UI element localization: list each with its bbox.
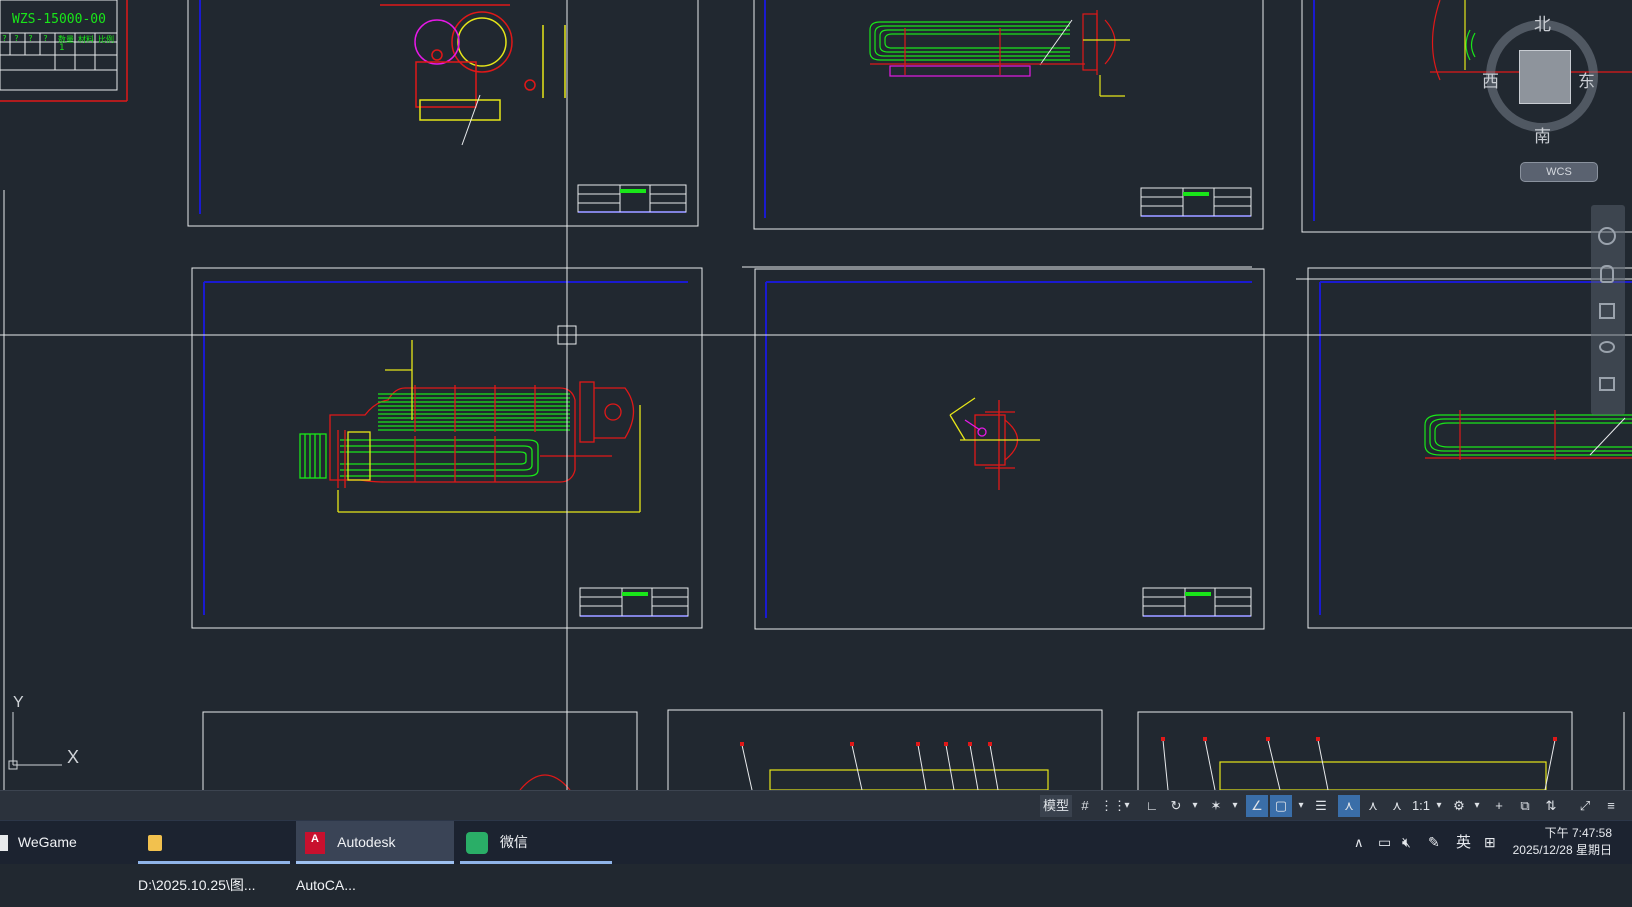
taskbar-app-explorer[interactable]: D:\2025.10.25\图... [138,821,290,893]
volume-muted-icon[interactable]: 🔇︎ [1402,821,1424,864]
compass-south[interactable]: 南 [1534,122,1551,147]
mini-titleblock [577,184,1252,617]
sheet-frame [187,0,1632,790]
taskbar-app-wechat[interactable]: 微信 [460,821,612,864]
steering-wheel-icon[interactable] [1598,227,1616,245]
ime-mode-icon[interactable]: ⊞ [1484,821,1506,864]
viewcube[interactable]: 北 南 东 西 [1482,6,1602,147]
osnap-dropdown-icon[interactable]: ▾ [1294,795,1308,817]
orbit-icon[interactable] [1599,341,1615,353]
drawing-heater-top [869,10,1130,97]
ime-language[interactable]: 英 [1456,821,1478,864]
ucs-y-label: Y [13,694,24,711]
annotation-scale-icon[interactable]: ⋏ [1386,795,1408,817]
crosshair-cursor [0,0,1632,790]
pan-icon[interactable] [1600,265,1614,283]
snap-icon[interactable]: ⋮⋮ [1100,795,1126,817]
lineweight-icon[interactable]: ☰ [1310,795,1332,817]
titleblock-cell-label: ? [14,34,19,43]
compass-west[interactable]: 西 [1482,67,1499,92]
object-snap-icon[interactable]: ▢ [1270,795,1292,817]
polar-dropdown-icon[interactable]: ▾ [1188,795,1202,817]
tray-overflow-chevron-icon[interactable]: ∧ [1354,821,1374,864]
taskbar-app-wegame[interactable]: WeGame [0,821,128,864]
wechat-icon [466,832,488,855]
system-clock[interactable]: 下午 7:47:58 2025/12/28 星期日 [1513,825,1612,859]
auto-scale-icon[interactable]: ⋏ [1362,795,1384,817]
fullscreen-icon[interactable]: ⤢ [1574,795,1596,817]
drawing-heat-exchanger-main [299,340,641,513]
showmotion-icon[interactable] [1599,377,1615,391]
isodraft-dropdown-icon[interactable]: ▾ [1228,795,1242,817]
customize-menu-icon[interactable]: ≡ [1600,795,1622,817]
drawing-canvas[interactable]: WZS-15000-00 1 北 南 东 西 WCS Y X ???? 数量 材料比… [0,0,1632,790]
taskbar-app-label: WeGame [17,834,77,850]
pen-icon[interactable]: ✎ [1428,821,1450,864]
compass-east[interactable]: 东 [1578,67,1595,92]
navigation-bar[interactable] [1591,205,1625,415]
workspace-dropdown-icon[interactable]: ▾ [1470,795,1484,817]
folder-icon [148,835,162,852]
object-snap-tracking-icon[interactable]: ∠ [1246,795,1268,817]
ucs-icon [8,712,62,770]
titleblock-code: WZS-15000-00 [12,12,106,27]
model-tab[interactable]: 模型 [1040,795,1072,817]
clock-date: 2025/12/28 星期日 [1512,843,1612,857]
taskbar-app-label: 微信 [499,834,528,850]
network-icon[interactable]: ▭ [1378,821,1400,864]
drawing-partial-right [1424,410,1632,460]
viewcube-face-top[interactable] [1519,50,1571,104]
zoom-extents-icon[interactable] [1599,303,1615,319]
taskbar-app-label: D:\2025.10.25\图... [138,877,256,893]
clock-time: 下午 7:47:58 [1544,826,1612,840]
titleblock-cell-label: ? [43,34,48,43]
status-bar: 模型 # ⋮⋮ ▾ ∟ ↻ ▾ ✶ ▾ ∠ ▢ ▾ ☰ ⋏ ⋏ ⋏ 1:1 ▾ … [0,790,1632,821]
ortho-icon[interactable]: ∟ [1142,795,1162,817]
isodraft-icon[interactable]: ✶ [1206,795,1226,817]
grid-icon[interactable]: # [1076,795,1094,817]
titleblock-cell-label: 数量 [58,35,74,44]
ucs-x-label: X [67,747,80,767]
titleblock-cell-label: 比例 [98,35,114,44]
workspace-gear-icon[interactable]: ⚙ [1448,795,1470,817]
quick-properties-icon[interactable]: ⇅ [1540,795,1562,817]
taskbar: WeGame D:\2025.10.25\图... A Autodesk Aut… [0,820,1632,893]
scale-dropdown-icon[interactable]: ▾ [1432,795,1446,817]
compass-north[interactable]: 北 [1534,10,1551,35]
drawing-vessel-top-left [380,4,566,146]
polar-icon[interactable]: ↻ [1166,795,1186,817]
snap-dropdown-icon[interactable]: ▾ [1120,795,1134,817]
wegame-icon [0,835,8,852]
annotation-monitor-icon[interactable]: + [1488,795,1510,817]
titleblock-cell-label: 材料 [78,35,94,44]
drawing-bottom-row [519,737,1557,790]
units-icon[interactable]: ⧉ [1514,795,1536,817]
titleblock-cell-label: ? [2,34,7,43]
annotation-visibility-icon[interactable]: ⋏ [1338,795,1360,817]
drawing-small-fitting [949,397,1040,490]
taskbar-app-autocad[interactable]: A Autodesk AutoCA... [296,821,454,893]
autocad-icon: A [305,832,325,855]
scale-label[interactable]: 1:1 [1410,795,1432,817]
drawing-svg [0,0,1632,790]
titleblock-cell-label: ? [28,34,33,43]
wcs-menu[interactable]: WCS [1520,162,1598,182]
